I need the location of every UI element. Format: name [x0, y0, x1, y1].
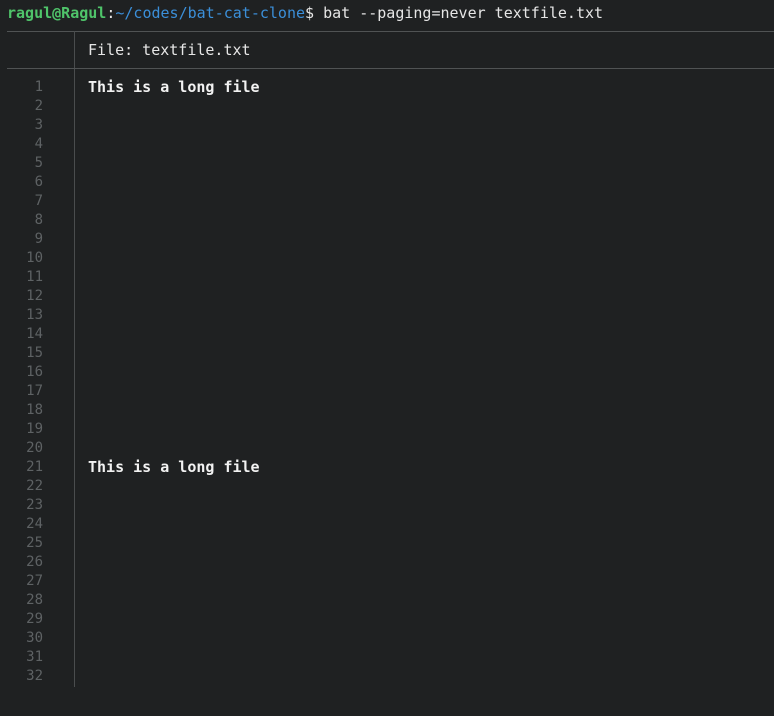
line-number: 14: [26, 326, 43, 342]
file-line: 4: [0, 135, 774, 154]
line-number: 12: [26, 288, 43, 304]
line-number: 30: [26, 630, 43, 646]
line-number: 22: [26, 478, 43, 494]
file-line: 9: [0, 230, 774, 249]
line-number: 31: [26, 649, 43, 665]
line-number: 29: [26, 611, 43, 627]
file-line: 3: [0, 116, 774, 135]
prompt-dollar: $: [305, 4, 315, 22]
command-text: bat --paging=never textfile.txt: [314, 4, 604, 22]
file-line: 14: [0, 325, 774, 344]
line-number: 20: [26, 440, 43, 456]
line-number: 11: [26, 269, 43, 285]
file-line: 16: [0, 363, 774, 382]
line-number: 23: [26, 497, 43, 513]
file-line: 19: [0, 420, 774, 439]
prompt-path: ~/codes/bat-cat-clone: [115, 4, 306, 22]
file-line: 23: [0, 496, 774, 515]
command-prompt-line: ragul@Ragul:~/codes/bat-cat-clone$ bat -…: [7, 2, 603, 24]
file-line: 25: [0, 534, 774, 553]
file-content: 1 This is a long file 2 3 4 5 6 7 8 9 10 11 12 13 14 15…: [0, 78, 774, 686]
file-line: 32: [0, 667, 774, 686]
line-number: 26: [26, 554, 43, 570]
file-line: 8: [0, 211, 774, 230]
file-line: 17: [0, 382, 774, 401]
file-line: 5: [0, 154, 774, 173]
line-number: 8: [34, 212, 43, 228]
line-content: This is a long file: [88, 458, 260, 476]
file-line: 2: [0, 97, 774, 116]
file-line: 22: [0, 477, 774, 496]
prompt-user-host: ragul@Ragul: [7, 4, 107, 22]
file-line: 20: [0, 439, 774, 458]
file-line: 15: [0, 344, 774, 363]
line-number: 13: [26, 307, 43, 323]
file-line: 12: [0, 287, 774, 306]
line-number: 32: [26, 668, 43, 684]
file-line: 30: [0, 629, 774, 648]
line-content: This is a long file: [88, 78, 260, 96]
line-number: 25: [26, 535, 43, 551]
line-number: 3: [34, 117, 43, 133]
file-line: 31: [0, 648, 774, 667]
file-line: 7: [0, 192, 774, 211]
file-line: 18: [0, 401, 774, 420]
file-header: File: textfile.txt: [88, 41, 251, 59]
line-number: 5: [34, 155, 43, 171]
line-number: 15: [26, 345, 43, 361]
line-number: 27: [26, 573, 43, 589]
file-line: 1 This is a long file: [0, 78, 774, 97]
file-line: 29: [0, 610, 774, 629]
file-line: 24: [0, 515, 774, 534]
line-number: 21: [26, 459, 43, 475]
line-number: 7: [34, 193, 43, 209]
file-line: 27: [0, 572, 774, 591]
terminal-window[interactable]: ragul@Ragul:~/codes/bat-cat-clone$ bat -…: [0, 0, 774, 716]
file-line: 26: [0, 553, 774, 572]
file-line: 13: [0, 306, 774, 325]
file-line: 21 This is a long file: [0, 458, 774, 477]
header-top-rule: [7, 31, 774, 32]
line-number: 9: [34, 231, 43, 247]
line-number: 4: [34, 136, 43, 152]
line-number: 2: [34, 98, 43, 114]
file-line: 28: [0, 591, 774, 610]
line-number: 24: [26, 516, 43, 532]
line-number: 10: [26, 250, 43, 266]
line-number: 28: [26, 592, 43, 608]
line-number: 19: [26, 421, 43, 437]
file-line: 10: [0, 249, 774, 268]
line-number: 1: [34, 79, 43, 95]
line-number: 18: [26, 402, 43, 418]
file-line: 11: [0, 268, 774, 287]
line-number: 16: [26, 364, 43, 380]
line-number: 6: [34, 174, 43, 190]
file-line: 6: [0, 173, 774, 192]
line-number: 17: [26, 383, 43, 399]
header-bottom-rule: [7, 68, 774, 69]
header-gutter-separator: [74, 31, 75, 68]
